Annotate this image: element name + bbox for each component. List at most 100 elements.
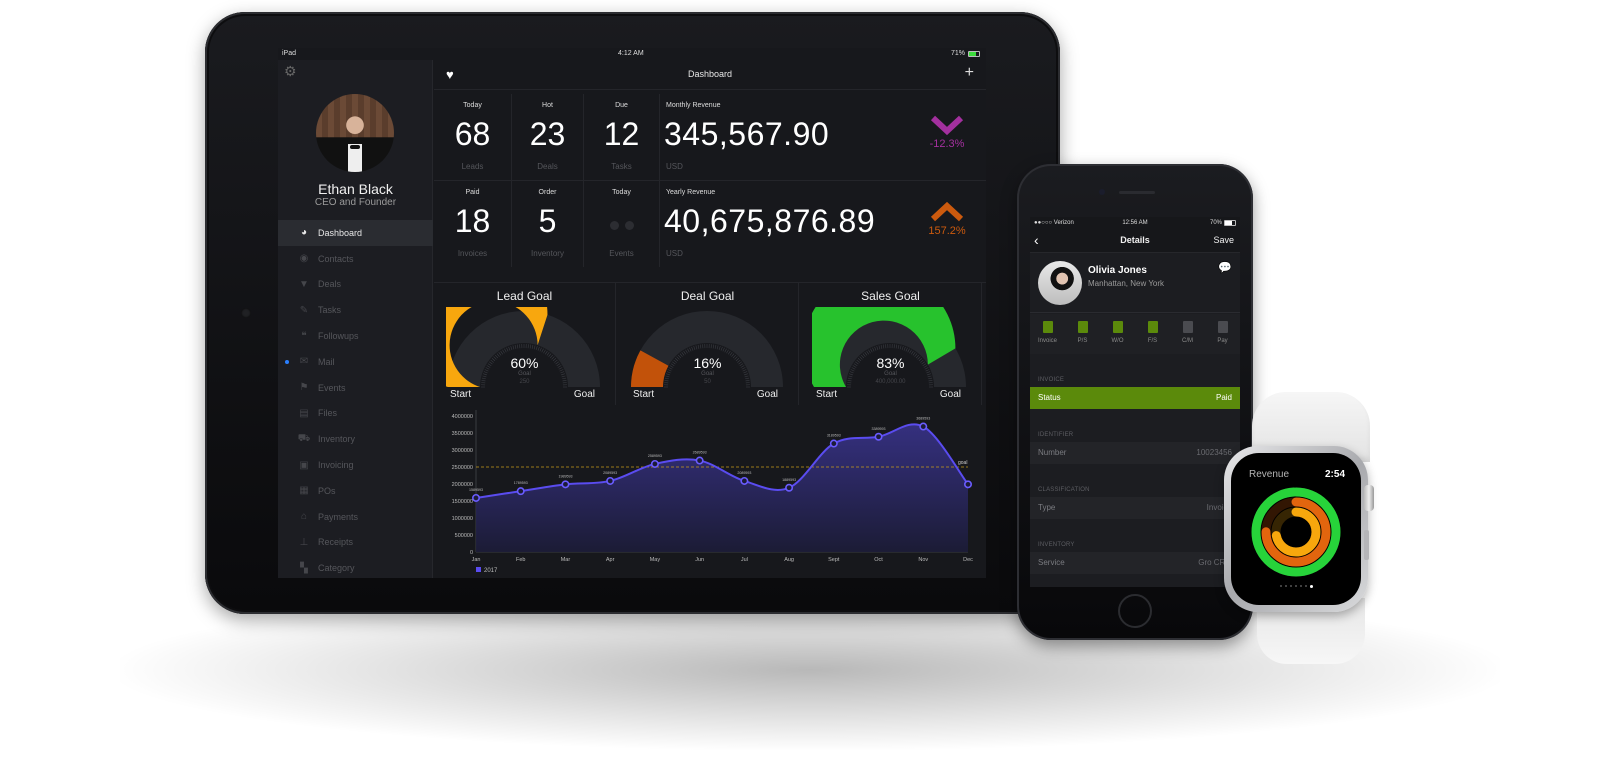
action-label: C/M bbox=[1182, 338, 1193, 344]
data-point[interactable] bbox=[874, 432, 883, 441]
digital-crown[interactable] bbox=[1364, 485, 1374, 511]
action-cm[interactable]: C/M bbox=[1171, 314, 1205, 354]
gauge-tick bbox=[485, 367, 490, 370]
detail-row-type[interactable]: Type Invoice bbox=[1030, 497, 1240, 519]
page-dot bbox=[1279, 585, 1282, 587]
gauge-tick bbox=[487, 363, 492, 367]
gauge-title: Sales Goal bbox=[861, 289, 920, 303]
gauge-tick bbox=[716, 345, 719, 350]
wrench-icon bbox=[1101, 320, 1135, 334]
gauge-sales-goal[interactable]: Sales Goal 83% Goal 400,000.00 Start Goal bbox=[800, 283, 982, 405]
save-button[interactable]: Save bbox=[1213, 235, 1234, 245]
sidebar-item-dashboard[interactable]: ◕ Dashboard bbox=[278, 220, 433, 246]
gauge-tick bbox=[737, 359, 741, 363]
action-pay[interactable]: Pay bbox=[1206, 314, 1240, 354]
sidebar-item-deals[interactable]: ▼ Deals bbox=[278, 272, 433, 298]
legend-label[interactable]: 2017 bbox=[484, 568, 498, 574]
stat-tasks[interactable]: Due 12 Tasks bbox=[584, 94, 660, 180]
stat-label: Today bbox=[463, 102, 482, 109]
stat-inventory[interactable]: Order 5 Inventory bbox=[512, 181, 584, 267]
gauge-tick bbox=[672, 361, 676, 365]
action-ps[interactable]: P/S bbox=[1066, 314, 1100, 354]
stat-invoices[interactable]: Paid 18 Invoices bbox=[434, 181, 512, 267]
sidebar-item-pos[interactable]: ▦ POs bbox=[278, 478, 433, 504]
gauge-tick bbox=[920, 359, 924, 363]
sidebar-item-contacts[interactable]: ◉ Contacts bbox=[278, 246, 433, 272]
detail-row-status[interactable]: Status Paid bbox=[1030, 387, 1240, 409]
data-point[interactable] bbox=[606, 476, 615, 485]
data-point[interactable] bbox=[963, 480, 972, 489]
stat-leads[interactable]: Today 68 Leads bbox=[434, 94, 512, 180]
data-point[interactable] bbox=[740, 476, 749, 485]
gauge-lead-goal[interactable]: Lead Goal 60% Goal 250 Start Goal bbox=[434, 283, 616, 405]
gauge-tick bbox=[510, 346, 513, 351]
chat-bubble-icon[interactable]: 💬 bbox=[1218, 261, 1232, 274]
sidebar-item-payments[interactable]: ⌂ Payments bbox=[278, 504, 433, 530]
data-point[interactable] bbox=[695, 456, 704, 465]
sidebar-item-mail[interactable]: ✉ Mail bbox=[278, 349, 433, 375]
data-point[interactable] bbox=[561, 480, 570, 489]
sidebar-item-label: Invoicing bbox=[318, 460, 354, 471]
avatar[interactable] bbox=[316, 94, 394, 172]
gauge-deal-goal[interactable]: Deal Goal 16% Goal 50 Start Goal bbox=[617, 283, 799, 405]
sidebar-item-events[interactable]: ⚑ Events bbox=[278, 375, 433, 401]
page-dot bbox=[1299, 585, 1302, 587]
gauge-tick bbox=[562, 379, 567, 382]
data-point[interactable] bbox=[650, 459, 659, 468]
home-button[interactable] bbox=[1118, 594, 1152, 628]
data-point[interactable] bbox=[471, 493, 480, 502]
gauge-tick bbox=[927, 375, 932, 378]
data-point[interactable] bbox=[516, 487, 525, 496]
stat-deals[interactable]: Hot 23 Deals bbox=[512, 94, 584, 180]
data-point[interactable] bbox=[785, 483, 794, 492]
row-key: Status bbox=[1038, 393, 1061, 402]
gauge-tick bbox=[489, 361, 493, 365]
gauge-tick bbox=[691, 346, 694, 351]
loading-dots bbox=[584, 221, 659, 230]
sidebar-item-tasks[interactable]: ✎ Tasks bbox=[278, 297, 433, 323]
gauge-tick bbox=[502, 349, 505, 354]
stat-value: 68 bbox=[454, 116, 491, 152]
gauge-tick bbox=[681, 352, 685, 356]
sidebar-item-receipts[interactable]: ⊥ Receipts bbox=[278, 530, 433, 556]
action-wo[interactable]: W/O bbox=[1101, 314, 1135, 354]
side-button[interactable] bbox=[1364, 530, 1369, 560]
action-invoice[interactable]: Invoice bbox=[1031, 314, 1065, 354]
gauge-track bbox=[448, 310, 600, 387]
gauge-tick bbox=[926, 371, 931, 374]
revenue-chart-svg: 0500000100000015000002000000250000030000… bbox=[452, 410, 973, 574]
data-label: 2689593 bbox=[693, 451, 707, 455]
stat-value: 18 bbox=[454, 203, 491, 239]
sidebar-item-invoicing[interactable]: ▣ Invoicing bbox=[278, 452, 433, 478]
gauge-tick bbox=[742, 369, 747, 372]
sidebar-item-inventory[interactable]: ⛟ Inventory bbox=[278, 426, 433, 452]
gauge-tick bbox=[905, 347, 908, 352]
iphone-status-bar: ●●○○○ Verizon 12:56 AM 70% bbox=[1030, 217, 1240, 229]
yearly-revenue[interactable]: Yearly Revenue 40,675,876.89 USD 157.2% bbox=[660, 181, 986, 267]
gauge-tick bbox=[557, 365, 562, 368]
y-tick-label: 500000 bbox=[455, 533, 473, 539]
monthly-revenue[interactable]: Monthly Revenue 345,567.90 USD -12.3% bbox=[660, 94, 986, 180]
detail-row-service[interactable]: Service Gro CRM bbox=[1030, 552, 1240, 574]
action-fs[interactable]: F/S bbox=[1136, 314, 1170, 354]
y-tick-label: 3500000 bbox=[452, 431, 473, 437]
sidebar-item-files[interactable]: ▤ Files bbox=[278, 401, 433, 427]
gear-icon[interactable]: ⚙ bbox=[284, 64, 298, 78]
monthly-revenue-value: 345,567.90 bbox=[664, 116, 830, 152]
gauge-tick bbox=[895, 344, 898, 349]
gauge-tick bbox=[556, 363, 561, 367]
sidebar-item-followups[interactable]: ❝ Followups bbox=[278, 323, 433, 349]
data-point[interactable] bbox=[829, 439, 838, 448]
gauge-tick bbox=[676, 356, 680, 360]
gauge-tick bbox=[546, 352, 550, 356]
stat-events[interactable]: Today Events bbox=[584, 181, 660, 267]
gauge-tick bbox=[909, 349, 912, 354]
y-tick-label: 1500000 bbox=[452, 499, 473, 505]
data-point[interactable] bbox=[919, 422, 928, 431]
profile-name: Ethan Black bbox=[318, 181, 393, 197]
contact-avatar[interactable] bbox=[1038, 261, 1082, 305]
detail-row-number[interactable]: Number 10023456 bbox=[1030, 442, 1240, 464]
add-button[interactable]: + bbox=[965, 64, 974, 82]
sidebar-item-category[interactable]: ▚ Category bbox=[278, 555, 433, 578]
gauge-tick bbox=[551, 356, 555, 360]
